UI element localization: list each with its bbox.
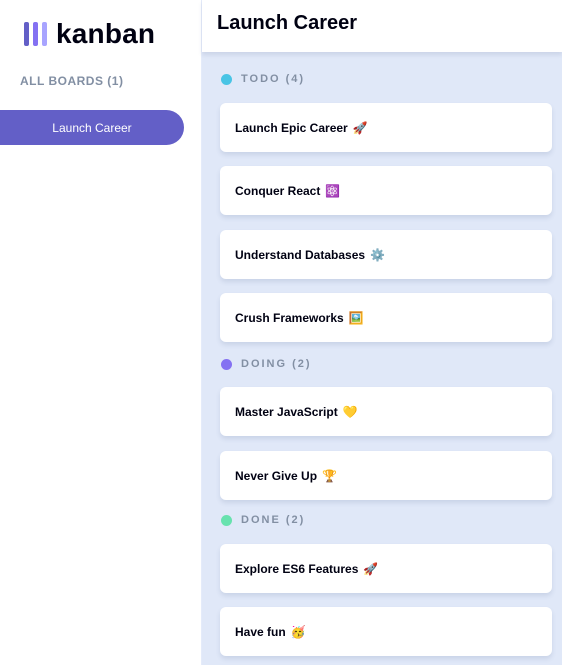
task-card[interactable]: Conquer React ⚛️	[220, 166, 552, 215]
page-title: Launch Career	[217, 12, 358, 34]
logo-bars-icon	[24, 22, 47, 46]
logo-bar	[24, 22, 29, 46]
task-title: Launch Epic Career	[235, 120, 348, 135]
task-title: Understand Databases	[235, 247, 366, 262]
header: Launch Career	[202, 0, 562, 52]
atom-icon: ⚛️	[325, 183, 341, 198]
trophy-icon: 🏆	[322, 468, 337, 483]
column-title: DONE (2)	[241, 514, 306, 526]
column-header-todo: TODO (4)	[221, 72, 305, 86]
logo-text: kanban	[56, 18, 156, 49]
all-boards-heading: ALL BOARDS (1)	[20, 74, 124, 88]
rocket-icon: 🚀	[352, 120, 368, 135]
framed-picture-icon: 🖼️	[348, 310, 364, 325]
done-status-dot-icon	[221, 514, 232, 526]
task-title: Never Give Up	[235, 468, 318, 483]
column-title: DOING (2)	[241, 358, 312, 370]
task-title: Conquer React	[235, 183, 321, 198]
sidebar-item-label: Launch Career	[52, 120, 132, 135]
gear-icon: ⚙️	[370, 247, 385, 262]
rocket-icon: 🚀	[363, 561, 379, 576]
task-card[interactable]: Crush Frameworks 🖼️	[220, 293, 552, 342]
task-title: Explore ES6 Features	[235, 561, 359, 576]
task-title: Master JavaScript	[235, 404, 338, 419]
yellow-heart-icon: 💛	[342, 404, 358, 419]
task-card[interactable]: Launch Epic Career 🚀	[220, 103, 552, 152]
column-header-done: DONE (2)	[221, 513, 305, 527]
column-header-doing: DOING (2)	[221, 357, 312, 371]
task-card[interactable]: Understand Databases ⚙️	[220, 230, 552, 279]
logo-bar	[33, 22, 38, 46]
task-title: Have fun	[235, 624, 286, 639]
board-columns: TODO (4) Launch Epic Career 🚀 Conquer Re…	[202, 52, 562, 665]
task-card[interactable]: Never Give Up 🏆	[220, 451, 552, 500]
task-card[interactable]: Explore ES6 Features 🚀	[220, 544, 552, 593]
todo-status-dot-icon	[221, 73, 232, 85]
column-title: TODO (4)	[241, 73, 306, 85]
party-face-icon: 🥳	[290, 624, 306, 639]
task-card[interactable]: Have fun 🥳	[220, 607, 552, 656]
sidebar: kanban ALL BOARDS (1) Launch Career	[0, 0, 202, 665]
task-title: Crush Frameworks	[235, 310, 344, 325]
logo-bar	[42, 22, 47, 46]
task-card[interactable]: Master JavaScript 💛	[220, 387, 552, 436]
sidebar-item-launch-career[interactable]: Launch Career	[0, 110, 184, 145]
logo[interactable]: kanban	[24, 18, 156, 49]
doing-status-dot-icon	[221, 358, 232, 370]
